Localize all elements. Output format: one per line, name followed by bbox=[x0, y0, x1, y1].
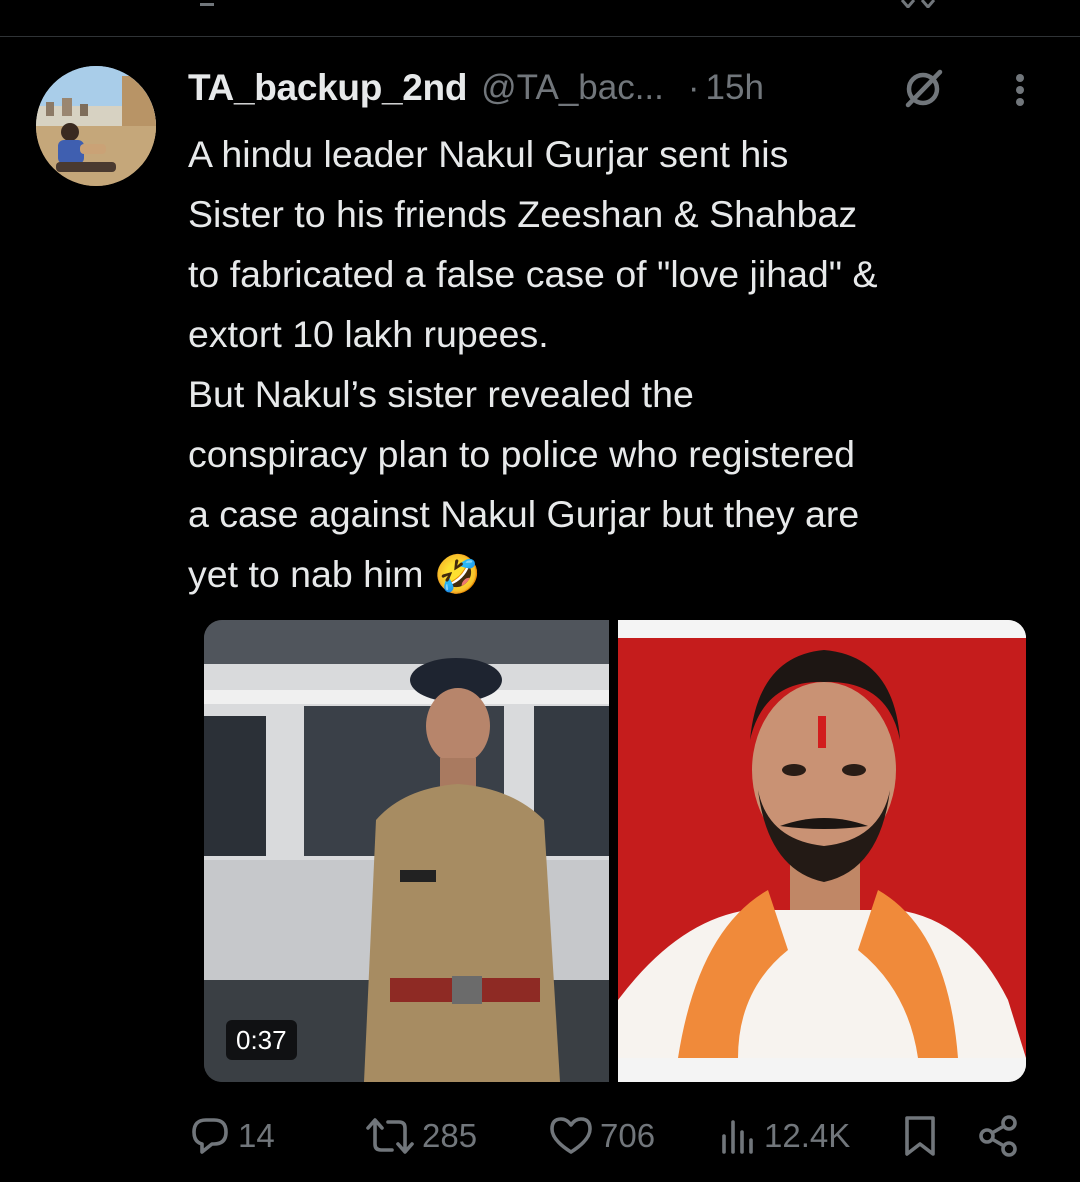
previous-post-action-remnant bbox=[200, 0, 214, 6]
post-text-line: to fabricated a false case of "love jiha… bbox=[188, 253, 878, 295]
author-handle[interactable]: @TA_bac... bbox=[481, 68, 664, 108]
repost-icon bbox=[366, 1118, 414, 1154]
avatar[interactable] bbox=[36, 66, 156, 186]
post-header: TA_backup_2nd @TA_bac... · 15h bbox=[188, 64, 764, 112]
reply-button[interactable]: 14 bbox=[188, 1108, 275, 1164]
post-text-line: A hindu leader Nakul Gurjar sent his bbox=[188, 133, 789, 175]
post-text-line: Sister to his friends Zeeshan & Shahbaz bbox=[188, 193, 858, 235]
views-button[interactable]: 12.4K bbox=[718, 1108, 850, 1164]
views-icon bbox=[722, 1120, 753, 1154]
share-icon bbox=[979, 1115, 1017, 1157]
bookmark-button[interactable] bbox=[900, 1108, 940, 1164]
post-text-line: yet to nab him 🤣 bbox=[188, 553, 481, 595]
views-count: 12.4K bbox=[764, 1117, 851, 1154]
more-options-icon[interactable] bbox=[1004, 70, 1036, 110]
post-timestamp[interactable]: 15h bbox=[706, 68, 764, 108]
photo-thumbnail[interactable] bbox=[618, 620, 1026, 1082]
repost-count: 285 bbox=[422, 1117, 478, 1154]
video-duration-badge: 0:37 bbox=[226, 1020, 297, 1060]
like-button[interactable]: 706 bbox=[548, 1108, 655, 1164]
post-text-line: conspiracy plan to police who registered bbox=[188, 433, 856, 475]
post-page: TA_backup_2nd @TA_bac... · 15h A hindu l… bbox=[0, 0, 1080, 1182]
avatar-image bbox=[36, 66, 156, 186]
previous-post-icon-remnant bbox=[900, 0, 936, 8]
post-actions: 14 285 706 12.4K bbox=[188, 1108, 1048, 1164]
reply-icon bbox=[192, 1118, 228, 1154]
man-portrait-photo bbox=[618, 620, 1026, 1082]
media-gap bbox=[609, 620, 618, 1082]
bookmark-icon bbox=[905, 1116, 935, 1156]
video-thumbnail[interactable]: 0:37 bbox=[204, 620, 609, 1082]
share-button[interactable] bbox=[976, 1108, 1022, 1164]
header-separator: · bbox=[687, 68, 700, 107]
like-count: 706 bbox=[600, 1117, 656, 1154]
post-text-line: But Nakul’s sister revealed the bbox=[188, 373, 694, 415]
repost-button[interactable]: 285 bbox=[364, 1108, 477, 1164]
police-officer-video-still bbox=[204, 620, 609, 1082]
author-display-name[interactable]: TA_backup_2nd bbox=[188, 67, 467, 109]
previous-post-remnant bbox=[0, 0, 1080, 37]
post-media: 0:37 bbox=[204, 620, 1026, 1082]
post-text: A hindu leader Nakul Gurjar sent his Sis… bbox=[188, 124, 1048, 604]
like-icon bbox=[550, 1117, 592, 1154]
reply-count: 14 bbox=[238, 1117, 275, 1154]
post-text-line: a case against Nakul Gurjar but they are bbox=[188, 493, 860, 535]
post-text-line: extort 10 lakh rupees. bbox=[188, 313, 549, 355]
grok-icon[interactable] bbox=[902, 68, 944, 110]
post-divider bbox=[0, 36, 1080, 37]
